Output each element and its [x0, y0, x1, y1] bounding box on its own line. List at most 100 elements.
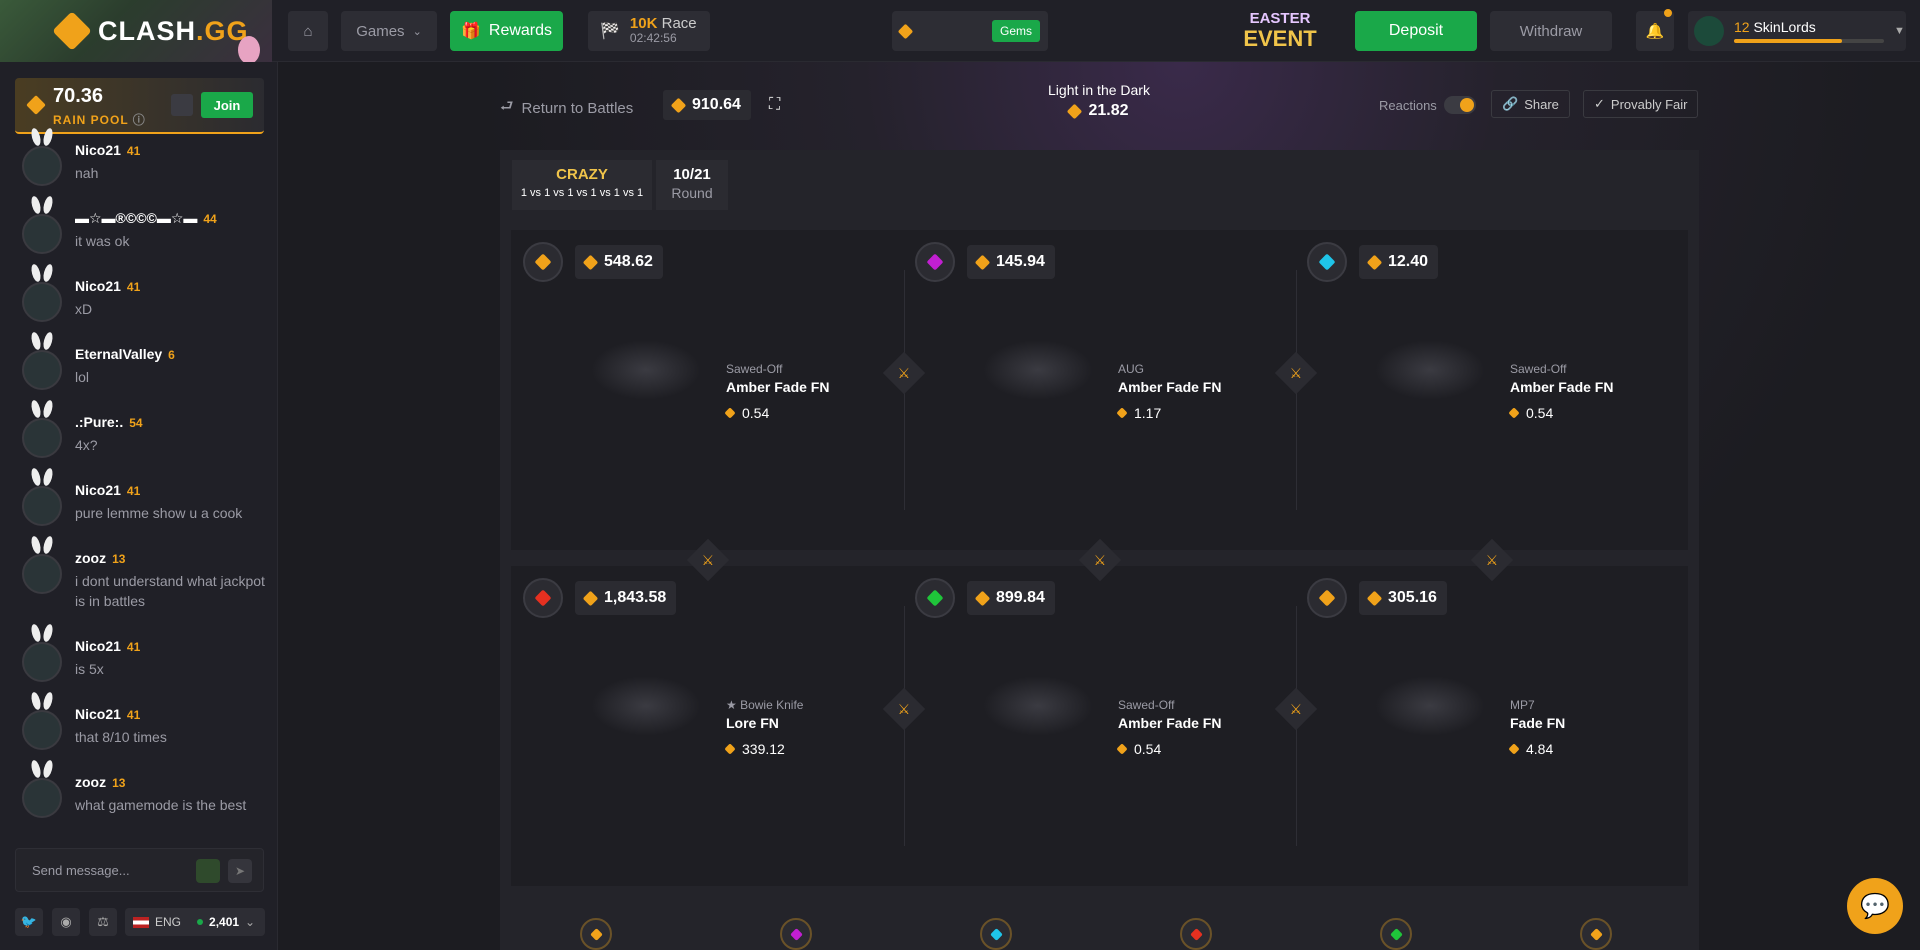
rain-chest-icon [171, 94, 193, 116]
gem-icon [926, 253, 944, 271]
player-avatar[interactable] [915, 242, 955, 282]
item-name: Amber Fade FN [1118, 379, 1222, 395]
user-level: 12 [1734, 19, 1750, 35]
avatar[interactable] [22, 418, 62, 458]
user-menu[interactable]: 12 SkinLords ▼ [1688, 11, 1906, 51]
player-avatar[interactable] [915, 578, 955, 618]
race-button[interactable]: 🏁 10K Race 02:42:56 [588, 11, 710, 51]
round-value: 10/21 [673, 166, 711, 183]
emoji-icon[interactable] [196, 859, 220, 883]
fullscreen-icon[interactable]: ⛶ [769, 96, 780, 114]
chat-username[interactable]: Nico21 41 [75, 278, 140, 294]
bunny-ears-decoration [30, 332, 56, 348]
bunny-ears-decoration [30, 536, 56, 552]
chat-username[interactable]: Nico21 41 [75, 142, 140, 158]
chat-username[interactable]: Nico21 41 [75, 482, 140, 498]
coin-icon [1116, 407, 1128, 419]
info-icon[interactable]: ⓘ [133, 113, 146, 127]
gems-button[interactable]: Gems [991, 20, 1040, 42]
support-chat-button[interactable]: 💬 [1847, 878, 1903, 934]
chat-username[interactable]: zooz 13 [75, 550, 125, 566]
send-icon[interactable]: ➤ [228, 859, 252, 883]
gem-icon [989, 927, 1003, 941]
chat-input[interactable]: Send message... [32, 863, 130, 878]
chat-message-text: pure lemme show u a cook [75, 505, 243, 521]
player-bunny-avatar[interactable] [980, 918, 1012, 950]
discord-icon[interactable]: ◉ [52, 908, 80, 936]
battle-total-value: 910.64 [663, 90, 751, 120]
language-selector[interactable]: ENG 2,401 ⌄ [125, 908, 265, 936]
notifications-button[interactable]: 🔔 [1636, 9, 1674, 51]
home-icon: ⌂ [303, 22, 313, 40]
games-dropdown[interactable]: Games ⌄ [341, 11, 437, 51]
avatar[interactable] [22, 778, 62, 818]
withdraw-button[interactable]: Withdraw [1490, 11, 1612, 51]
deposit-button[interactable]: Deposit [1355, 11, 1477, 51]
chat-username[interactable]: zooz 13 [75, 774, 125, 790]
logo[interactable]: CLASH.GG [0, 0, 272, 64]
bunny-ears-decoration [30, 692, 56, 708]
item-type: AUG [1118, 362, 1145, 376]
check-circle-icon: ✓ [1594, 96, 1605, 111]
player-bunny-avatar[interactable] [1180, 918, 1212, 950]
avatar[interactable] [22, 554, 62, 594]
online-dot [197, 919, 204, 925]
player-bunny-avatar[interactable] [1380, 918, 1412, 950]
checkered-flag-icon: 🏁 [600, 23, 620, 40]
chat-username[interactable]: Nico21 41 [75, 638, 140, 654]
avatar[interactable] [22, 282, 62, 322]
player-avatar[interactable] [1307, 578, 1347, 618]
rewards-button[interactable]: 🎁 Rewards [450, 11, 563, 51]
player-avatar[interactable] [523, 578, 563, 618]
player-avatar[interactable] [1307, 242, 1347, 282]
coin-icon [1366, 254, 1383, 270]
bunny-ears-decoration [30, 400, 56, 416]
share-button[interactable]: 🔗 Share [1491, 90, 1570, 118]
chat-username[interactable]: Nico21 41 [75, 706, 140, 722]
player-avatar[interactable] [523, 242, 563, 282]
gem-icon [897, 23, 914, 39]
player-bunny-avatar[interactable] [580, 918, 612, 950]
rain-pool: 70.36 RAIN POOL ⓘ Join [15, 78, 264, 134]
gavel-icon[interactable]: ⚖ [89, 908, 117, 936]
logo-text: CLASH.GG [98, 16, 249, 46]
join-rain-button[interactable]: Join [201, 92, 253, 118]
rewards-label: Rewards [488, 22, 553, 39]
avatar[interactable] [22, 214, 62, 254]
coin-icon [1366, 590, 1383, 606]
gem-icon [1318, 589, 1336, 607]
gems-balance[interactable]: Gems [892, 11, 1048, 51]
gem-icon [589, 927, 603, 941]
gem-icon [1189, 927, 1203, 941]
xp-progress-bar [1734, 39, 1842, 43]
avatar[interactable] [22, 146, 62, 186]
bunny-ears-decoration [30, 624, 56, 640]
easter-event-banner[interactable]: EASTER EVENT [1225, 9, 1335, 53]
avatar[interactable] [22, 350, 62, 390]
share-label: Share [1524, 96, 1559, 112]
gem-icon [534, 589, 552, 607]
item-value: 0.54 [1116, 741, 1161, 757]
user-level: 6 [168, 348, 175, 362]
player-bunny-avatar[interactable] [1580, 918, 1612, 950]
chat-username[interactable]: EternalValley 6 [75, 346, 175, 362]
case-price: 21.82 [1088, 102, 1129, 119]
user-level: 41 [126, 708, 141, 722]
avatar[interactable] [22, 710, 62, 750]
avatar[interactable] [22, 642, 62, 682]
battle-header: CRAZY 1 vs 1 vs 1 vs 1 vs 1 vs 1 10/21 R… [500, 150, 1699, 220]
return-to-battles-link[interactable]: ⮐ Return to Battles [500, 96, 633, 121]
twitter-icon[interactable]: 🐦 [15, 908, 43, 936]
item-value: 0.54 [1508, 405, 1553, 421]
race-timer: 02:42:56 [629, 31, 677, 45]
provably-fair-button[interactable]: ✓ Provably Fair [1583, 90, 1699, 118]
player-bunny-avatar[interactable] [780, 918, 812, 950]
home-button[interactable]: ⌂ [288, 11, 328, 51]
chat-username[interactable]: ▬☆▬®©©©▬☆▬ 44 [75, 210, 217, 227]
coin-icon [26, 95, 46, 115]
chat-sidebar: 70.36 RAIN POOL ⓘ Join Nico21 41 nah ▬☆▬®©©… [0, 62, 320, 950]
reactions-toggle[interactable] [1444, 96, 1476, 114]
return-arrow-icon: ⮐ [500, 98, 514, 115]
avatar[interactable] [22, 486, 62, 526]
chat-username[interactable]: .:Pure:. 54 [75, 414, 143, 430]
